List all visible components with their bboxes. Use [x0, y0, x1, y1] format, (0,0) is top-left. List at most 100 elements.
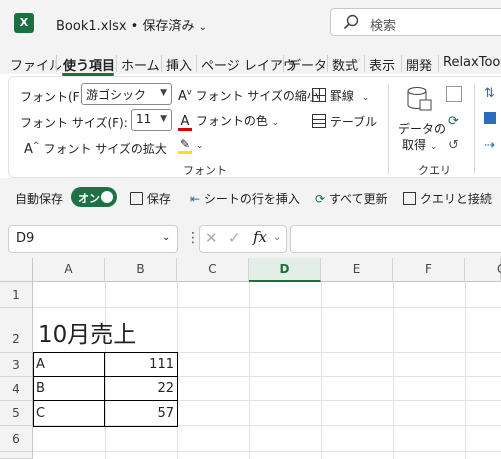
row-header-4[interactable]: 4: [0, 377, 33, 401]
refresh-icon[interactable]: ⟳: [448, 114, 459, 129]
text-to-columns-icon[interactable]: ⇢: [484, 138, 495, 153]
cell-b5-value: 57: [157, 406, 174, 421]
tab-frequently-used[interactable]: 使う項目: [63, 55, 115, 74]
connections-icon[interactable]: ↺: [448, 138, 459, 153]
insert-row-icon: ⇤: [190, 192, 201, 206]
filter-icon[interactable]: [484, 112, 496, 124]
tab-file[interactable]: ファイル: [10, 55, 62, 74]
font-color-button[interactable]: A フォントの色 ⌄: [178, 112, 279, 131]
tab-formulas[interactable]: 数式: [332, 55, 358, 74]
toggle-knob: [101, 191, 113, 203]
ribbon-group-divider: [474, 84, 475, 174]
chevron-down-icon: ⌄: [361, 93, 370, 103]
tab-divider: [401, 55, 402, 72]
cancel-icon[interactable]: ✕: [205, 229, 218, 247]
refresh-all-label: すべて更新: [328, 192, 388, 206]
chevron-down-icon: ▼: [160, 88, 167, 98]
tab-home[interactable]: ホーム: [121, 55, 160, 74]
insert-sheet-row-button[interactable]: ⇤ シートの行を挿入: [190, 190, 300, 207]
column-header-d[interactable]: D: [249, 258, 321, 282]
get-data-button[interactable]: データの 取得 ⌄: [396, 84, 446, 156]
queries-label: クエリと接続: [419, 192, 492, 206]
queries-connections-button[interactable]: クエリと接続: [403, 190, 492, 207]
column-header-b[interactable]: B: [105, 258, 177, 282]
shrink-font-label: フォント サイズの縮小: [195, 89, 319, 103]
cell-a2-title[interactable]: 10月売上: [38, 315, 136, 349]
font-size-select[interactable]: 11 ▼: [131, 109, 172, 131]
gridline: [33, 451, 501, 452]
font-size-label: フォント サイズ(F):: [20, 116, 128, 130]
recent-sources-icon[interactable]: [446, 86, 462, 102]
table-button[interactable]: テーブル: [312, 113, 377, 130]
tab-insert[interactable]: 挿入: [166, 55, 192, 74]
cell-b3-value: 111: [149, 357, 174, 372]
chevron-down-icon[interactable]: ⌄: [273, 232, 281, 243]
search-placeholder: 検索: [370, 19, 397, 34]
refresh-all-icon: ⟳: [315, 192, 326, 206]
chevron-down-icon: ⌄: [271, 118, 280, 128]
grow-font-icon: A^: [24, 140, 40, 157]
tab-divider: [56, 55, 57, 72]
borders-label: 罫線: [329, 89, 354, 103]
row-header-6[interactable]: 6: [0, 426, 33, 452]
font-size-value: 11: [136, 112, 152, 126]
shrink-font-button[interactable]: Av フォント サイズの縮小: [178, 87, 319, 104]
grow-font-button[interactable]: A^ フォント サイズの拡大: [24, 140, 167, 157]
chevron-down-icon: ⌄: [429, 142, 438, 152]
refresh-all-button[interactable]: ⟳ すべて更新: [315, 190, 388, 207]
tab-divider: [438, 55, 439, 72]
row-header-5[interactable]: 5: [0, 401, 33, 426]
borders-icon: [312, 88, 326, 102]
table-icon: [312, 114, 326, 128]
shrink-font-icon: Av: [178, 87, 192, 104]
chevron-down-icon: ▼: [160, 114, 167, 124]
font-color-icon: A: [178, 115, 192, 131]
column-header-f[interactable]: F: [393, 258, 465, 282]
font-color-label: フォントの色: [195, 114, 268, 128]
query-group-label: クエリ: [418, 164, 451, 177]
row-header-3[interactable]: 3: [0, 353, 33, 377]
font-name-select[interactable]: 游ゴシック ▼: [81, 83, 172, 105]
font-name-value: 游ゴシック: [86, 88, 147, 102]
tab-page-layout[interactable]: ページ レイアウ: [201, 55, 296, 74]
more-options-icon[interactable]: ⋮: [186, 230, 200, 246]
formula-input[interactable]: [290, 225, 501, 253]
tab-relaxtools[interactable]: RelaxToo: [443, 55, 500, 70]
file-title-button[interactable]: Book1.xlsx • 保存済み ⌄: [56, 15, 207, 34]
tab-divider: [196, 55, 197, 72]
row-header-7[interactable]: [0, 452, 33, 459]
database-icon: [407, 87, 432, 111]
sort-icon[interactable]: ⇅: [484, 86, 495, 101]
gridline: [249, 282, 250, 459]
chevron-down-icon: ⌄: [198, 22, 207, 33]
borders-button[interactable]: 罫線 ⌄: [312, 87, 369, 104]
gridline: [321, 282, 322, 459]
queries-icon: [403, 192, 416, 205]
cell-a3-value: A: [36, 357, 45, 372]
column-header-c[interactable]: C: [177, 258, 249, 282]
column-header-a[interactable]: A: [33, 258, 105, 282]
tab-divider: [283, 55, 284, 72]
font-name-label: フォント(F):: [20, 90, 89, 104]
gridline: [33, 307, 501, 308]
autosave-label: 自動保存: [15, 192, 64, 206]
confirm-icon[interactable]: ✓: [228, 229, 241, 247]
name-box-value: D9: [16, 231, 35, 246]
highlight-icon: ✎: [178, 138, 192, 154]
chevron-down-icon[interactable]: ⌄: [162, 232, 170, 243]
save-icon: [130, 192, 143, 205]
save-button[interactable]: 保存: [130, 190, 171, 207]
column-header-e[interactable]: E: [321, 258, 393, 282]
tab-developer[interactable]: 開発: [406, 55, 432, 74]
column-header-g[interactable]: G: [465, 258, 501, 282]
tab-data[interactable]: データ: [288, 55, 327, 74]
search-icon: [343, 14, 359, 30]
font-group-label: フォント: [183, 164, 227, 177]
get-data-label-1: データの: [398, 122, 447, 136]
tab-view[interactable]: 表示: [369, 55, 395, 74]
select-all-corner[interactable]: [0, 258, 33, 282]
highlight-color-button[interactable]: ✎ ⌄: [178, 137, 203, 154]
row-header-2[interactable]: 2: [0, 308, 33, 353]
insert-function-icon[interactable]: fx: [253, 228, 267, 246]
row-header-1[interactable]: 1: [0, 282, 33, 308]
